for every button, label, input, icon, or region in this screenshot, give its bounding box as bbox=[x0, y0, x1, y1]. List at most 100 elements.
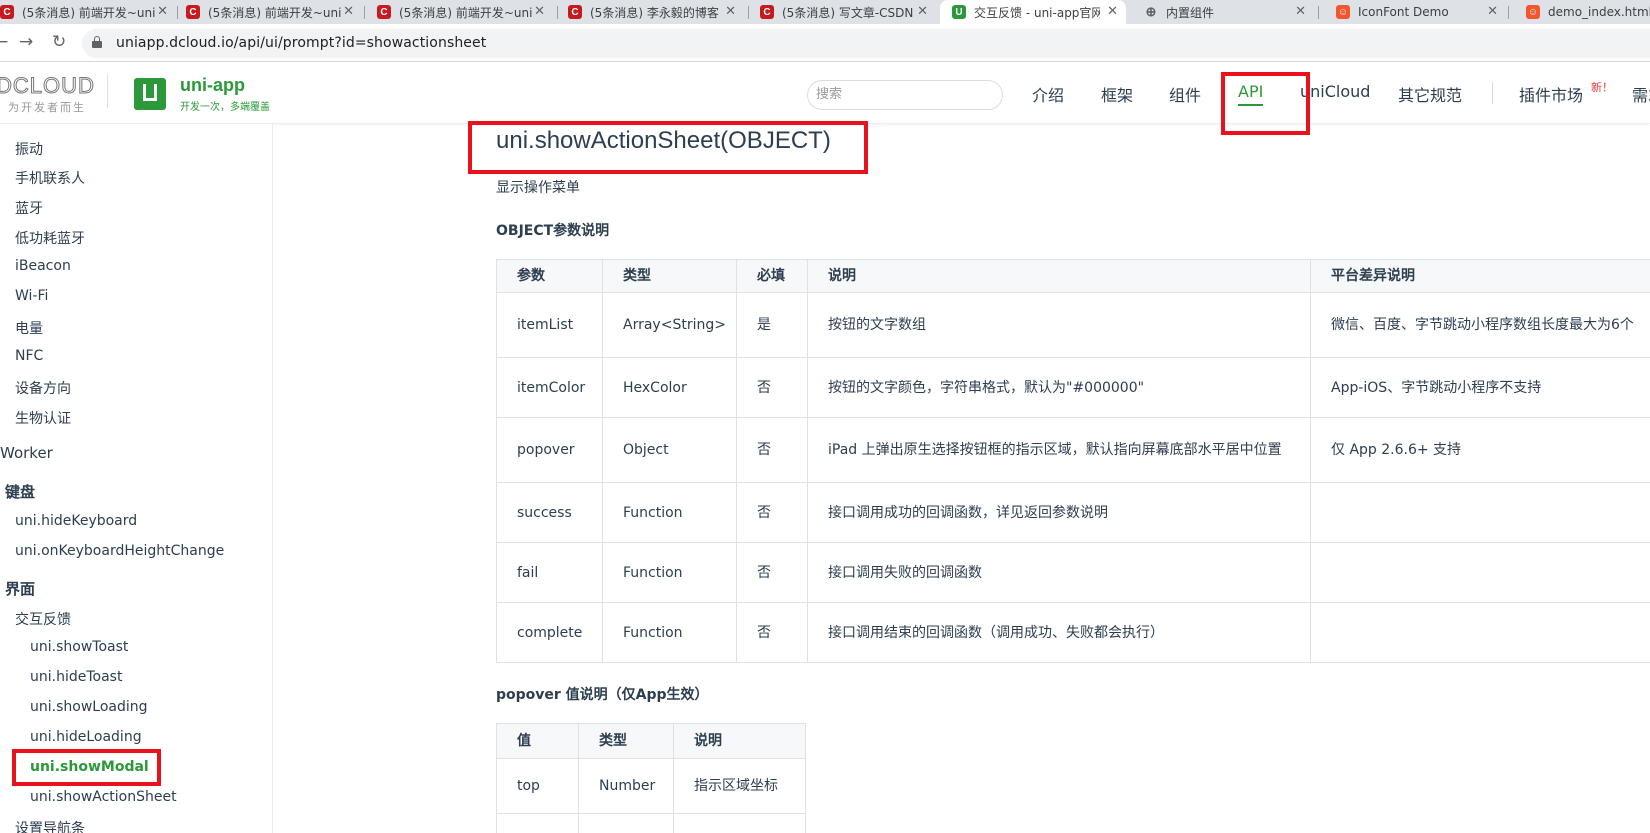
table-cell: success bbox=[496, 482, 603, 543]
table-cell: 接口调用结束的回调函数（调用成功、失败都会执行） bbox=[807, 602, 1311, 663]
table-cell: 否 bbox=[736, 417, 808, 483]
table-row: top Number 指示区域坐标 bbox=[496, 758, 806, 814]
table-header-row: 参数 类型 必填 说明 平台差异说明 bbox=[496, 259, 1650, 293]
column-header: 参数 bbox=[496, 259, 603, 293]
table-row bbox=[496, 813, 806, 833]
table-cell bbox=[1310, 602, 1650, 663]
browser-tab[interactable]: C (5条消息) 前端开发~uni ✕ bbox=[186, 0, 362, 24]
table-cell: Array<String> bbox=[602, 292, 737, 358]
nav-requirements[interactable]: 需求 bbox=[1632, 82, 1650, 106]
sidebar-item[interactable]: 设置导航条 bbox=[15, 818, 85, 833]
close-tab-icon[interactable]: ✕ bbox=[534, 4, 545, 19]
uni-app-logo-icon[interactable] bbox=[134, 78, 166, 110]
table-cell: HexColor bbox=[602, 357, 737, 418]
sidebar-item[interactable]: 设备方向 bbox=[15, 378, 71, 398]
tab-title: (5条消息) 前端开发~uni bbox=[208, 5, 342, 20]
sidebar-item[interactable]: 手机联系人 bbox=[15, 168, 85, 188]
close-tab-icon[interactable]: ✕ bbox=[1107, 4, 1118, 19]
close-tab-icon[interactable]: ✕ bbox=[1487, 4, 1498, 19]
table-cell bbox=[496, 813, 579, 833]
params-table: 参数 类型 必填 说明 平台差异说明 itemList Array<String… bbox=[496, 259, 1650, 663]
table-row: popover Object 否 iPad 上弹出原生选择按钮框的指示区域，默认… bbox=[496, 417, 1650, 483]
url-text[interactable]: uniapp.dcloud.io/api/ui/prompt?id=showac… bbox=[116, 35, 486, 51]
sidebar-subitem[interactable]: uni.hideLoading bbox=[30, 729, 142, 745]
back-arrow-icon[interactable]: ← bbox=[0, 32, 8, 52]
browser-tab[interactable]: C (5条消息) 写文章-CSDN ✕ bbox=[760, 0, 936, 24]
table-cell: Number bbox=[578, 758, 674, 814]
close-tab-icon[interactable]: ✕ bbox=[1295, 4, 1306, 19]
browser-tab[interactable]: C (5条消息) 前端开发~uni ✕ bbox=[377, 0, 553, 24]
sidebar-subitem[interactable]: uni.showLoading bbox=[30, 699, 148, 715]
table-cell: Object bbox=[602, 417, 737, 483]
sidebar-item[interactable]: 低功耗蓝牙 bbox=[15, 228, 85, 248]
tab-title: (5条消息) 写文章-CSDN bbox=[782, 5, 914, 20]
sidebar-subitem[interactable]: uni.showActionSheet bbox=[30, 789, 177, 805]
sidebar-item[interactable]: 电量 bbox=[15, 318, 43, 338]
browser-tab-active[interactable]: U 交互反馈 - uni-app官网 ✕ bbox=[940, 0, 1126, 24]
dcloud-slogan: 为开发者而生 bbox=[8, 101, 86, 114]
browser-tab[interactable]: ☺ demo_index.html bbox=[1512, 0, 1650, 24]
table-cell: 是 bbox=[736, 292, 808, 358]
close-tab-icon[interactable]: ✕ bbox=[917, 4, 928, 19]
table-cell: 否 bbox=[736, 602, 808, 663]
table-cell: 指示区域坐标 bbox=[673, 758, 806, 814]
csdn-icon: C bbox=[377, 5, 391, 19]
globe-icon: ⊕ bbox=[1145, 4, 1157, 19]
table-cell: Function bbox=[602, 542, 737, 603]
browser-toolbar: ← → ↻ uniapp.dcloud.io/api/ui/prompt?id=… bbox=[0, 24, 1650, 62]
sidebar-section-heading[interactable]: 界面 bbox=[5, 578, 35, 599]
browser-tab[interactable]: C (5条消息) 前端开发~uni ✕ bbox=[0, 0, 176, 24]
nav-components[interactable]: 组件 bbox=[1169, 82, 1201, 106]
sidebar-item[interactable]: 蓝牙 bbox=[15, 198, 43, 218]
main-content: uni.showActionSheet(OBJECT) 显示操作菜单 OBJEC… bbox=[274, 124, 1650, 833]
sidebar-item[interactable]: iBeacon bbox=[15, 258, 71, 274]
browser-tab[interactable]: C (5条消息) 李永毅的博客 ✕ bbox=[568, 0, 744, 24]
table-cell: top bbox=[496, 758, 579, 814]
close-tab-icon[interactable]: ✕ bbox=[157, 4, 168, 19]
nav-other-specs[interactable]: 其它规范 bbox=[1398, 82, 1462, 106]
nav-intro[interactable]: 介绍 bbox=[1032, 82, 1064, 106]
sidebar-item[interactable]: 振动 bbox=[15, 139, 43, 159]
table-cell: 按钮的文字数组 bbox=[807, 292, 1311, 358]
address-bar[interactable]: uniapp.dcloud.io/api/ui/prompt?id=showac… bbox=[82, 29, 1650, 58]
table-cell: complete bbox=[496, 602, 603, 663]
sidebar-subitem[interactable]: uni.showToast bbox=[30, 639, 128, 655]
tab-title: (5条消息) 李永毅的博客 bbox=[590, 5, 719, 20]
csdn-icon: C bbox=[568, 5, 582, 19]
close-tab-icon[interactable]: ✕ bbox=[343, 4, 354, 19]
sidebar-item[interactable]: uni.onKeyboardHeightChange bbox=[15, 543, 224, 559]
column-header: 必填 bbox=[736, 259, 808, 293]
tab-separator bbox=[177, 6, 178, 19]
column-header: 说明 bbox=[807, 259, 1311, 293]
sidebar-item[interactable]: 生物认证 bbox=[15, 408, 71, 428]
sidebar-item[interactable]: Wi-Fi bbox=[15, 288, 48, 304]
search-input[interactable]: 搜索 bbox=[807, 80, 1003, 110]
browser-tab[interactable]: ⊕ 内置组件 ✕ bbox=[1130, 0, 1314, 24]
browser-tab[interactable]: ☺ IconFont Demo ✕ bbox=[1322, 0, 1506, 24]
sidebar-subitem-active[interactable]: uni.showModal bbox=[30, 759, 149, 775]
nav-framework[interactable]: 框架 bbox=[1101, 82, 1133, 106]
sidebar-section-heading[interactable]: 键盘 bbox=[5, 481, 35, 502]
sidebar-subitem[interactable]: uni.hideToast bbox=[30, 669, 122, 685]
table-cell: 接口调用成功的回调函数，详见返回参数说明 bbox=[807, 482, 1311, 543]
nav-plugin-market[interactable]: 插件市场 bbox=[1519, 82, 1583, 106]
column-header: 平台差异说明 bbox=[1310, 259, 1650, 293]
tab-separator bbox=[748, 6, 749, 19]
close-tab-icon[interactable]: ✕ bbox=[725, 4, 736, 19]
forward-arrow-icon[interactable]: → bbox=[19, 32, 33, 52]
iconfont-icon: ☺ bbox=[1526, 5, 1540, 19]
sidebar-item[interactable]: Worker bbox=[0, 444, 53, 462]
table-cell: itemColor bbox=[496, 357, 603, 418]
sidebar-item[interactable]: NFC bbox=[15, 348, 43, 364]
nav-divider bbox=[1492, 82, 1493, 104]
sidebar-item[interactable]: 交互反馈 bbox=[15, 609, 71, 629]
uni-app-icon: U bbox=[952, 5, 966, 19]
reload-icon[interactable]: ↻ bbox=[52, 32, 66, 52]
uni-app-name[interactable]: uni-app bbox=[180, 75, 245, 96]
popover-heading: popover 值说明（仅App生效） bbox=[496, 687, 709, 703]
sidebar-item[interactable]: uni.hideKeyboard bbox=[15, 513, 137, 529]
dcloud-logo[interactable]: DCLOUD bbox=[0, 73, 95, 99]
nav-api[interactable]: API bbox=[1238, 82, 1264, 106]
nav-unicloud[interactable]: uniCloud bbox=[1300, 82, 1370, 101]
table-cell: 接口调用失败的回调函数 bbox=[807, 542, 1311, 603]
